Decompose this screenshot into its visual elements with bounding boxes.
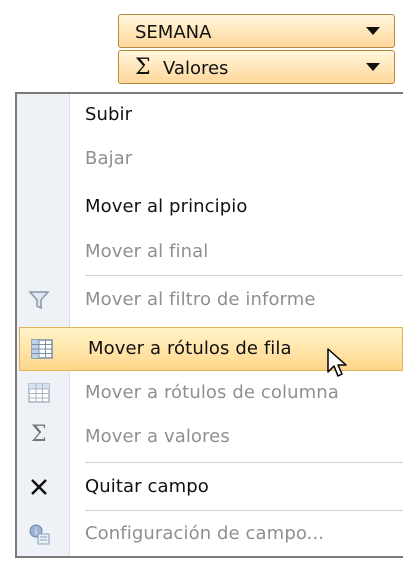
field-settings-icon: i <box>27 522 51 546</box>
dropdown-arrow-icon[interactable] <box>366 27 380 35</box>
menu-item-mover-al-filtro[interactable]: Mover al filtro de informe <box>17 279 403 323</box>
menu-separator <box>85 510 403 511</box>
menu-item-quitar-campo[interactable]: Quitar campo <box>17 466 403 510</box>
menu-item-label: Bajar <box>85 148 133 169</box>
menu-separator <box>85 275 403 276</box>
field-context-menu: Subir Bajar Mover al principio Mover al … <box>15 92 403 558</box>
menu-item-label: Subir <box>85 104 133 125</box>
field-button-valores[interactable]: Σ Valores <box>118 50 395 84</box>
menu-item-label: Quitar campo <box>85 476 209 497</box>
remove-x-icon <box>27 475 51 499</box>
sigma-icon: Σ <box>135 55 151 80</box>
menu-item-mover-a-valores[interactable]: Σ Mover a valores <box>17 416 403 460</box>
menu-separator <box>85 462 403 463</box>
sigma-icon: Σ <box>31 422 47 447</box>
menu-item-label: Mover al principio <box>85 196 248 217</box>
menu-item-mover-al-principio[interactable]: Mover al principio <box>17 186 403 230</box>
menu-item-configuracion-de-campo[interactable]: i Configuración de campo... <box>17 513 403 557</box>
row-labels-icon <box>30 337 54 361</box>
field-label-semana: SEMANA <box>135 22 212 43</box>
menu-item-label: Mover a valores <box>85 426 230 447</box>
menu-item-label: Mover al filtro de informe <box>85 289 316 310</box>
menu-item-subir[interactable]: Subir <box>17 94 403 138</box>
mouse-cursor-icon <box>327 348 347 377</box>
menu-item-label: Mover al final <box>85 241 209 262</box>
menu-item-bajar[interactable]: Bajar <box>17 138 403 182</box>
svg-text:i: i <box>35 528 38 538</box>
menu-item-mover-al-final[interactable]: Mover al final <box>17 231 403 275</box>
menu-item-label: Mover a rótulos de columna <box>85 382 339 403</box>
column-labels-icon <box>27 381 51 405</box>
menu-item-label: Configuración de campo... <box>85 523 325 544</box>
field-label-valores: Valores <box>163 58 229 79</box>
menu-item-label: Mover a rótulos de fila <box>88 338 292 359</box>
dropdown-arrow-icon[interactable] <box>366 63 380 71</box>
filter-icon <box>27 288 51 312</box>
field-button-semana[interactable]: SEMANA <box>118 14 395 48</box>
